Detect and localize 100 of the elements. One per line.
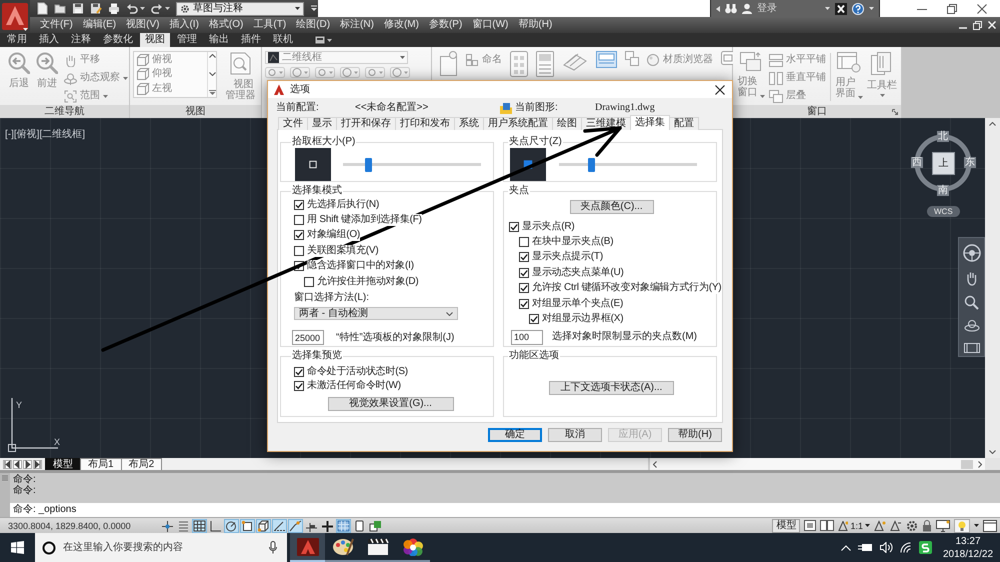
snap-lines-icon[interactable] [176,518,191,532]
dialog-tab[interactable]: 绘图 [552,117,582,130]
battery-plug-icon[interactable] [858,543,873,552]
checkbox[interactable] [294,200,304,210]
round-dropdown-icon[interactable] [365,67,385,78]
close-icon[interactable] [715,84,725,94]
help-icon[interactable] [852,2,864,14]
menu-item[interactable]: 文件(F) [40,19,73,31]
hand-icon[interactable] [964,271,978,286]
checkbox[interactable] [294,367,304,377]
more-icon[interactable] [208,90,216,95]
cube-snap-icon[interactable] [256,518,271,532]
palette-grid-icon[interactable] [510,51,528,77]
monitor-icon[interactable] [936,520,950,532]
checkbox[interactable] [519,283,529,294]
layout-tab[interactable]: 布局2 [120,458,162,470]
compass-label[interactable]: 南 [937,185,949,196]
app-logo-icon[interactable] [0,0,30,33]
dialog-tab[interactable]: 打印和发布 [395,117,455,130]
previous-icon[interactable] [13,460,22,468]
stacked-squares-icon[interactable] [368,518,383,532]
layout-tab[interactable]: 布局1 [80,458,122,470]
menu-item[interactable]: 工具(T) [253,19,286,31]
restore-icon[interactable] [973,20,982,30]
folder-icon[interactable] [54,2,66,15]
angle-ucs-icon[interactable] [288,518,303,532]
checkbox[interactable] [529,314,539,324]
layout-view-icon[interactable] [804,520,816,531]
next-icon[interactable] [23,460,32,468]
corner-icon[interactable] [208,518,223,532]
checkbox[interactable] [509,222,519,232]
dialog-launcher-icon[interactable] [892,108,898,114]
polar-icon[interactable] [224,518,239,532]
printer-icon[interactable] [108,2,120,15]
close-icon[interactable] [977,4,987,14]
viewport-controls-label[interactable]: [-][俯视][二维线框] [5,129,85,141]
grip-colors-button[interactable]: 夹点颜色(C)... [570,200,654,214]
ribbon-button[interactable]: 水平平铺 [769,51,826,69]
list-item[interactable]: 左视 [136,82,205,96]
round-dropdown-icon[interactable] [315,67,335,78]
visual-effect-settings-button[interactable]: 视觉效果设置(G)... [328,397,454,411]
number-field[interactable]: 25000 [292,330,324,346]
fullscreen-icon[interactable] [983,520,997,532]
checkbox[interactable] [519,252,529,262]
lock-icon[interactable] [922,520,932,532]
annotation-scale-dropdown[interactable]: 1:1 [838,520,870,532]
menu-item[interactable]: 修改(M) [384,19,419,31]
triangle-eye-icon[interactable] [874,520,886,531]
compass-label[interactable]: 东 [964,157,976,168]
clock-date[interactable]: 2018/12/22 [942,548,994,560]
menu-item[interactable]: 标注(N) [340,19,374,31]
ribbon-tab[interactable]: 常用 [2,33,32,47]
properties-sheet-icon[interactable] [536,51,554,77]
contextual-tab-states-button[interactable]: 上下文选项卡状态(A)... [549,381,674,395]
dialog-button[interactable]: 确定 [488,428,542,442]
menu-item[interactable]: 参数(P) [428,19,462,31]
round-dropdown-icon[interactable] [390,67,410,78]
first-page-icon[interactable] [3,460,12,468]
drawing-view-icon[interactable] [820,520,834,531]
dialog-tab[interactable]: 系统 [454,117,484,130]
floppy-pen-icon[interactable] [90,2,102,15]
dialog-button[interactable]: 取消 [548,428,602,442]
sign-in-link[interactable]: 登录 [757,2,777,14]
menu-item[interactable]: 格式(O) [208,19,244,31]
orbit-icon[interactable] [964,319,980,334]
visual-style-dropdown[interactable]: 二维线框 [265,51,408,64]
user-icon[interactable] [742,3,752,14]
compass-label[interactable]: 西 [911,157,923,168]
search-field[interactable]: 在这里输入你要搜索的内容 [35,533,287,562]
windows-logo-icon[interactable] [11,541,24,554]
checkbox[interactable] [304,276,314,287]
redo-icon[interactable] [151,2,163,15]
dialog-button[interactable]: 帮助(H) [668,428,722,442]
dialog-tab[interactable]: 打开和保存 [336,117,396,130]
dialog-tab[interactable]: 选择集 [630,115,670,130]
dialog-tab[interactable]: 显示 [307,117,337,130]
menu-item[interactable]: 编辑(E) [82,19,116,31]
checkbox[interactable] [519,268,529,278]
command-window-icon[interactable] [596,51,617,68]
slider-thumb[interactable] [588,158,595,172]
transparency-icon[interactable] [336,518,351,532]
ribbon-tab[interactable]: 联机 [268,33,298,47]
binoculars-icon[interactable] [725,3,737,14]
dialog-tab[interactable]: 配置 [669,117,699,130]
steering-wheel-icon[interactable] [962,244,980,262]
checkbox[interactable] [519,298,529,309]
undo-icon[interactable] [126,2,138,15]
slider-thumb[interactable] [365,158,372,172]
ribbon-tab[interactable]: 管理 [172,33,202,47]
checkbox[interactable] [294,215,304,226]
list-item[interactable]: 俯视 [136,53,205,68]
command-line-field[interactable]: 命令: _options [10,503,1000,517]
triangle-auto-icon[interactable] [890,520,902,531]
wifi-icon[interactable] [900,542,912,553]
ribbon-tab[interactable]: 注释 [66,33,96,47]
film-icon[interactable] [964,343,980,353]
viewcube-face[interactable]: 上 [932,152,955,175]
model-space-button[interactable]: 模型 [772,518,800,532]
lineweight-icon[interactable] [320,518,335,532]
selection-method-dropdown[interactable]: 两者 - 自动检测 [294,307,458,320]
